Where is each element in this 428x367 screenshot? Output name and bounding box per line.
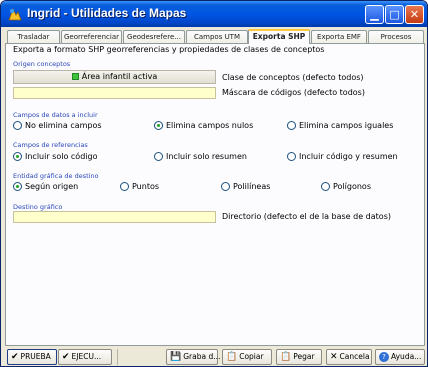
section-destino-grafico: Destino gráfico	[13, 203, 63, 211]
app-icon	[8, 7, 22, 21]
floppy-disk-icon: 💾	[170, 352, 182, 362]
tab-campos-utm[interactable]: Campos UTM	[186, 30, 248, 43]
tab-exporta-emf[interactable]: Exporta EMF	[311, 30, 367, 43]
section-origen-conceptos: Origen conceptos	[13, 60, 71, 68]
checkmark-icon: ✔	[62, 352, 70, 362]
mascara-codigos-label: Máscara de códigos (defecto todos)	[222, 88, 365, 97]
prueba-label: PRUEBA	[20, 352, 51, 361]
copy-icon: 📋	[226, 352, 238, 362]
mascara-codigos-input[interactable]	[13, 87, 216, 99]
graba-label: Graba d...	[183, 352, 221, 361]
tab-trasladar[interactable]: Trasladar	[7, 30, 60, 43]
radio-poligonos[interactable]	[321, 182, 330, 191]
radio-elimina-nulos-label: Elimina campos nulos	[166, 121, 254, 130]
radio-poligonos-label: Polígonos	[333, 182, 371, 191]
copiar-button[interactable]: 📋 Copiar	[222, 349, 272, 365]
cancela-label: Cancela	[339, 352, 370, 361]
radio-puntos-label: Puntos	[132, 182, 160, 191]
panel-description: Exporta a formato SHP georreferencias y …	[13, 45, 325, 54]
radio-solo-codigo-label: Incluir solo código	[25, 152, 98, 161]
radio-puntos[interactable]	[120, 182, 129, 191]
radio-solo-resumen-label: Incluir solo resumen	[166, 152, 247, 161]
graba-button[interactable]: 💾 Graba d...	[166, 349, 221, 365]
radio-segun-origen[interactable]	[13, 182, 22, 191]
tab-strip: Trasladar Georreferenciar Geodesrefere..…	[5, 29, 425, 44]
destino-directorio-input[interactable]	[13, 211, 216, 223]
paste-icon: 📋	[280, 352, 292, 362]
minimize-button[interactable]: ▁	[365, 5, 384, 24]
close-button[interactable]: ✕	[405, 5, 424, 24]
radio-codigo-resumen-label: Incluir código y resumen	[299, 152, 398, 161]
copiar-label: Copiar	[239, 352, 264, 361]
tab-georreferenciar[interactable]: Georreferenciar	[61, 30, 122, 43]
pegar-label: Pegar	[293, 352, 315, 361]
destino-directorio-label: Directorio (defecto el de la base de dat…	[222, 212, 391, 221]
window-title: Ingrid - Utilidades de Mapas	[27, 6, 187, 20]
maximize-icon: □	[389, 8, 400, 21]
help-icon: ?	[379, 352, 389, 362]
clase-conceptos-label: Clase de conceptos (defecto todos)	[222, 73, 364, 82]
maximize-button[interactable]: □	[385, 5, 404, 24]
radio-elimina-iguales-label: Elimina campos iguales	[299, 121, 394, 130]
tab-geodesreferenciar[interactable]: Geodesrefere...	[123, 30, 185, 43]
title-bar[interactable]: Ingrid - Utilidades de Mapas ▁ □ ✕	[1, 1, 427, 27]
close-icon: ✕	[409, 8, 420, 21]
radio-solo-resumen[interactable]	[154, 152, 163, 161]
minimize-icon: ▁	[370, 8, 379, 21]
area-infantil-button[interactable]: Área infantil activa	[13, 70, 216, 84]
radio-polilineas-label: Polilíneas	[233, 182, 271, 191]
prueba-button[interactable]: ✔ PRUEBA	[7, 349, 57, 365]
pegar-button[interactable]: 📋 Pegar	[276, 349, 322, 365]
radio-polilineas[interactable]	[221, 182, 230, 191]
radio-no-elimina[interactable]	[13, 121, 22, 130]
button-separator	[117, 349, 118, 365]
ejecutar-button[interactable]: ✔ EJECU...	[58, 349, 112, 365]
radio-solo-codigo[interactable]	[13, 152, 22, 161]
cancel-x-icon: ✕	[330, 352, 338, 362]
tab-procesos[interactable]: Procesos	[368, 30, 424, 43]
section-campos-referencias: Campos de referencias	[13, 141, 88, 149]
ayuda-label: Ayuda...	[391, 352, 422, 361]
radio-codigo-resumen[interactable]	[287, 152, 296, 161]
ayuda-button[interactable]: ? Ayuda...	[375, 349, 425, 365]
section-entidad-grafica: Entidad gráfica de destino	[13, 172, 99, 180]
area-infantil-label: Área infantil activa	[81, 72, 158, 81]
radio-elimina-iguales[interactable]	[287, 121, 296, 130]
section-campos-datos: Campos de datos a incluir	[13, 111, 98, 119]
checkmark-icon: ✔	[11, 352, 19, 362]
green-square-icon	[71, 73, 79, 80]
radio-elimina-nulos[interactable]	[154, 121, 163, 130]
cancela-button[interactable]: ✕ Cancela	[326, 349, 372, 365]
radio-no-elimina-label: No elimina campos	[25, 121, 102, 130]
radio-segun-origen-label: Según origen	[25, 182, 79, 191]
ejecutar-label: EJECU...	[71, 352, 102, 361]
main-window: Ingrid - Utilidades de Mapas ▁ □ ✕ Trasl…	[0, 0, 428, 367]
tab-exporta-shp[interactable]: Exporta SHP	[248, 29, 310, 44]
